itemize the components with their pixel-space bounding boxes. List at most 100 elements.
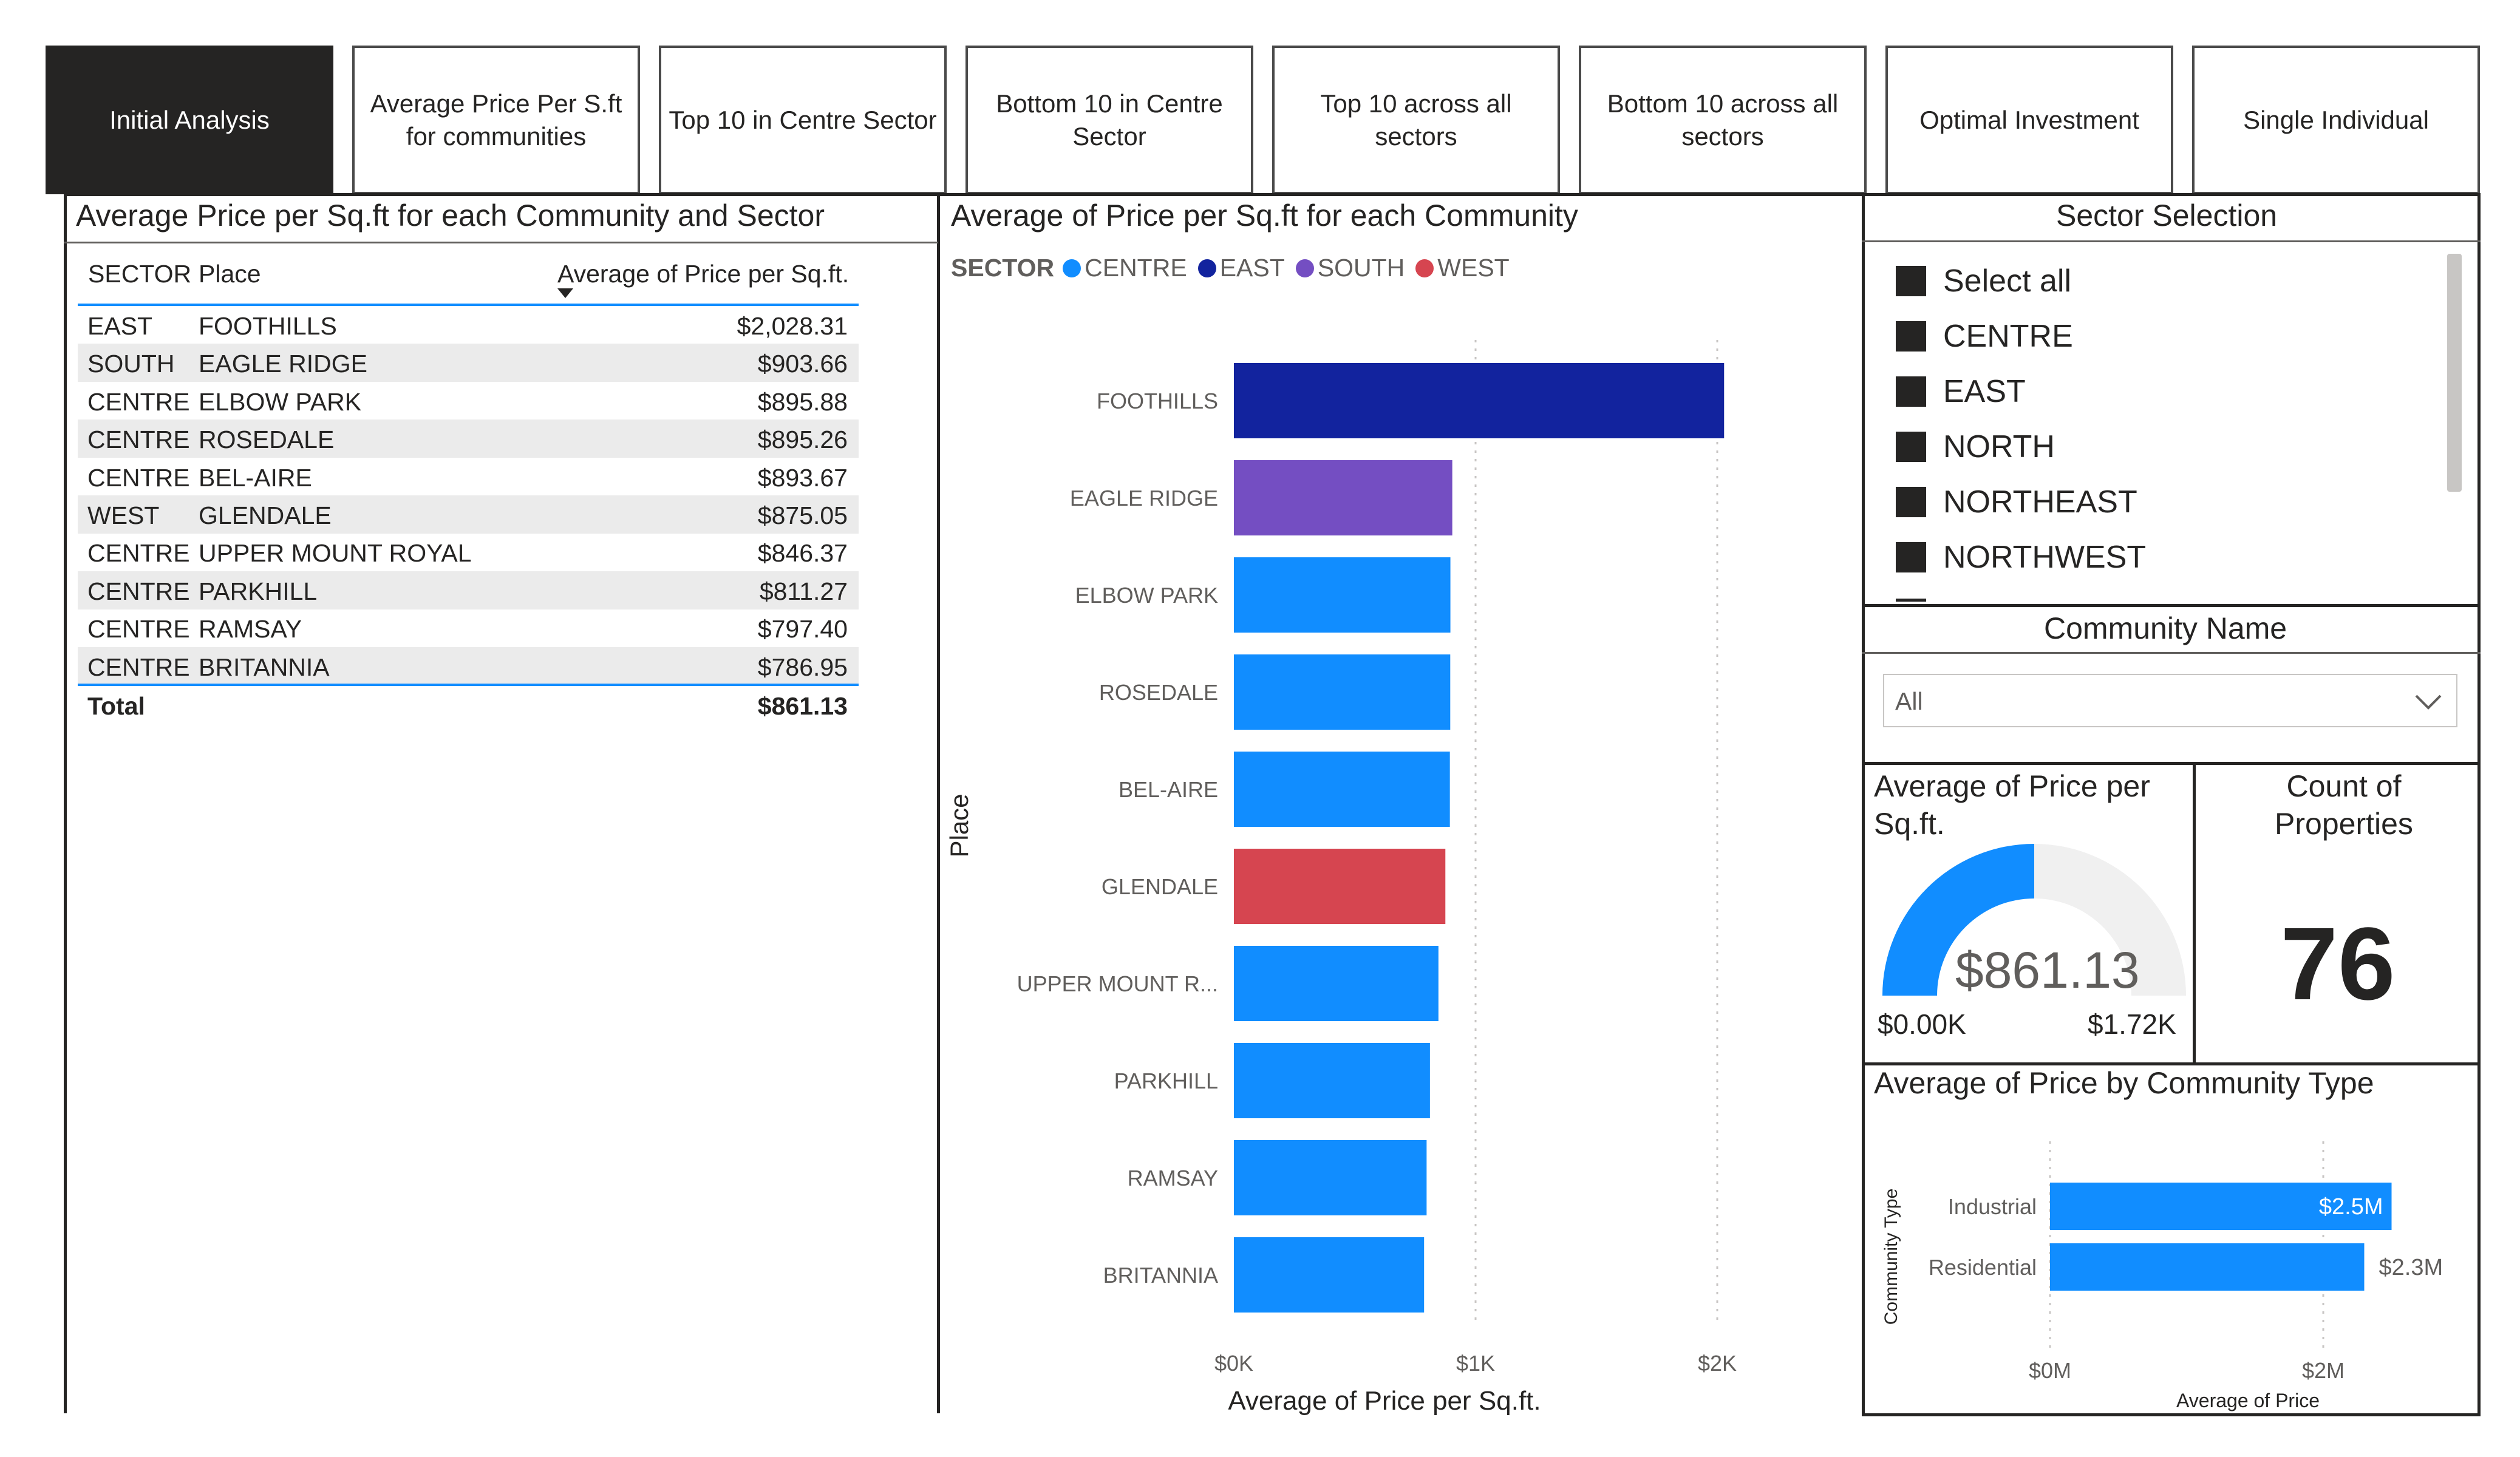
- legend-item-west[interactable]: WEST: [1437, 254, 1509, 282]
- community-dropdown[interactable]: All: [1883, 674, 2457, 727]
- table-row[interactable]: CENTRE ELBOW PARK $895.88: [78, 382, 859, 420]
- column-header-average-price[interactable]: Average of Price per Sq.ft.: [557, 260, 849, 288]
- community-slicer-bottom: [1862, 762, 2481, 765]
- slicer-item-select-all[interactable]: Select all: [1896, 260, 2071, 302]
- sector-slicer-title-rule: [1862, 240, 2481, 242]
- legend-dot-east[interactable]: [1197, 259, 1216, 277]
- table-row[interactable]: CENTRE BEL-AIRE $893.67: [78, 458, 859, 496]
- legend-dot-south[interactable]: [1295, 259, 1314, 277]
- checkbox-icon[interactable]: [1896, 266, 1926, 296]
- cell-place: FOOTHILLS: [199, 312, 337, 340]
- slicer-item-east[interactable]: EAST: [1896, 370, 2026, 413]
- checkbox-icon[interactable]: [1896, 432, 1926, 462]
- checkbox-icon[interactable]: [1896, 376, 1926, 407]
- sector-slicer-title: Sector Selection: [2056, 199, 2278, 233]
- checkbox-icon[interactable]: [1896, 542, 1926, 572]
- left-border: [64, 193, 67, 1413]
- x-tick-label: $2M: [2302, 1358, 2345, 1383]
- slicer-item-centre[interactable]: CENTRE: [1896, 315, 2073, 358]
- bar[interactable]: [1234, 557, 1451, 633]
- table-row[interactable]: CENTRE PARKHILL $811.27: [78, 571, 859, 610]
- cell-place: BRITANNIA: [199, 653, 330, 681]
- checkbox-icon[interactable]: [1896, 321, 1926, 352]
- slicer-item-north[interactable]: NORTH: [1896, 426, 2055, 468]
- x-tick-label: $2K: [1698, 1351, 1737, 1376]
- tab-label: Top 10 across all sectors: [1320, 89, 1512, 151]
- table-row[interactable]: WEST GLENDALE $875.05: [78, 495, 859, 534]
- cell-place: PARKHILL: [199, 577, 318, 605]
- y-category-label: UPPER MOUNT R...: [1017, 971, 1218, 996]
- y-category-label: ELBOW PARK: [1075, 583, 1218, 608]
- bar[interactable]: [2050, 1243, 2365, 1291]
- bar[interactable]: [1234, 1043, 1430, 1118]
- cell-value: $846.37: [757, 539, 848, 568]
- tab-average-price-per-sft[interactable]: Average Price Per S.ft for communities: [352, 46, 640, 194]
- tab-optimal-investment[interactable]: Optimal Investment: [1885, 46, 2173, 194]
- bar[interactable]: [1234, 1237, 1425, 1313]
- slicer-item-northeast[interactable]: NORTHEAST: [1896, 481, 2137, 523]
- sector-slicer-bottom: [1862, 604, 2481, 607]
- tab-single-individual[interactable]: Single Individual: [2192, 46, 2480, 194]
- cell-value: $893.67: [757, 463, 848, 492]
- cell-sector: WEST: [87, 501, 160, 529]
- tab-initial-analysis[interactable]: Initial Analysis: [46, 46, 333, 194]
- bar[interactable]: [1234, 946, 1439, 1021]
- checkbox-icon[interactable]: [1896, 487, 1926, 517]
- bar[interactable]: [1234, 752, 1450, 827]
- cell-value: $797.40: [757, 615, 848, 644]
- cell-sector: CENTRE: [87, 615, 190, 644]
- tab-top-10-centre[interactable]: Top 10 in Centre Sector: [659, 46, 947, 194]
- cell-sector: CENTRE: [87, 426, 190, 454]
- cell-place: EAGLE RIDGE: [199, 350, 367, 378]
- slicer-scrollbar[interactable]: [2447, 254, 2462, 492]
- bar[interactable]: [1234, 654, 1451, 730]
- tab-bottom-10-centre[interactable]: Bottom 10 in Centre Sector: [965, 46, 1253, 194]
- bar[interactable]: [1234, 460, 1452, 535]
- community-slicer-title-rule: [1862, 652, 2481, 654]
- column-header-place[interactable]: Place: [199, 260, 261, 288]
- table-total-rule: [78, 684, 859, 686]
- cell-value: $895.88: [757, 387, 848, 416]
- table-title: Average Price per Sq.ft for each Communi…: [76, 199, 825, 233]
- y-category-label: BEL-AIRE: [1119, 777, 1218, 802]
- table-row[interactable]: CENTRE BRITANNIA $786.95: [78, 647, 859, 685]
- header-divider: [64, 193, 2481, 196]
- slicer-partial-item: [1896, 599, 1926, 602]
- column-header-sector[interactable]: SECTOR: [88, 260, 191, 288]
- total-value: $861.13: [757, 692, 848, 720]
- cell-value: $811.27: [759, 577, 848, 605]
- table-row[interactable]: CENTRE RAMSAY $797.40: [78, 609, 859, 647]
- table-total-row: Total $861.13: [78, 687, 859, 724]
- tab-bottom-10-all[interactable]: Bottom 10 across all sectors: [1579, 46, 1867, 194]
- slicer-item-northwest[interactable]: NORTHWEST: [1896, 536, 2146, 579]
- legend-item-east[interactable]: EAST: [1220, 254, 1285, 282]
- legend-item-centre[interactable]: CENTRE: [1085, 254, 1187, 282]
- cell-value: $786.95: [757, 653, 848, 681]
- cell-place: ELBOW PARK: [199, 387, 362, 416]
- gauge-card-divider: [2193, 763, 2196, 1064]
- table-row[interactable]: EAST FOOTHILLS $2,028.31: [78, 306, 859, 344]
- chevron-down-icon[interactable]: [2414, 691, 2443, 713]
- table-row[interactable]: CENTRE UPPER MOUNT ROYAL $846.37: [78, 533, 859, 571]
- x-tick-label: $0K: [1214, 1351, 1253, 1376]
- cell-sector: CENTRE: [87, 653, 190, 681]
- sort-desc-icon[interactable]: [557, 288, 573, 298]
- tab-top-10-all[interactable]: Top 10 across all sectors: [1272, 46, 1560, 194]
- y-category-label: EAGLE RIDGE: [1070, 486, 1218, 511]
- legend-dot-centre[interactable]: [1063, 259, 1081, 277]
- table-row[interactable]: CENTRE ROSEDALE $895.26: [78, 419, 859, 458]
- community-type-title: Average of Price by Community Type: [1874, 1066, 2374, 1100]
- bar-chart-title: Average of Price per Sq.ft for each Comm…: [951, 199, 1578, 233]
- bar-chart: $0K $1K $2K FOOTHILLS EAGLE RIDGE ELBOW PARK R…: [945, 340, 1737, 1416]
- bar[interactable]: [1234, 363, 1725, 438]
- community-slicer-title: Community Name: [2044, 611, 2287, 645]
- y-category-label: ROSEDALE: [1099, 680, 1218, 705]
- legend-item-south[interactable]: SOUTH: [1318, 254, 1405, 282]
- legend-dot-west[interactable]: [1415, 259, 1434, 277]
- bar[interactable]: [1234, 849, 1446, 924]
- data-label: $2.3M: [2379, 1255, 2443, 1280]
- table-row[interactable]: SOUTH EAGLE RIDGE $903.66: [78, 344, 859, 382]
- total-label: Total: [87, 692, 145, 720]
- cell-sector: CENTRE: [87, 463, 190, 492]
- bar[interactable]: [1234, 1140, 1427, 1215]
